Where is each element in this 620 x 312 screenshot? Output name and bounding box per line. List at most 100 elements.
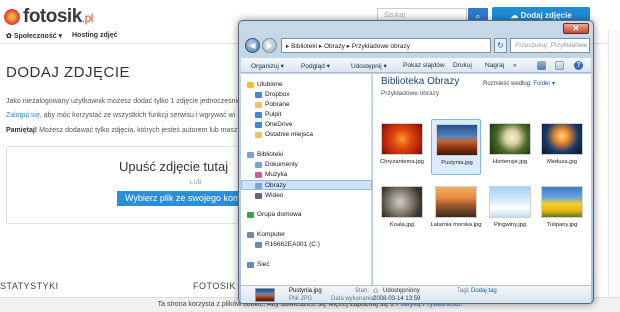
explorer-toolbar: Organizuj ▾ Podgląd ▾ Udostępnij ▾ Pokaz… <box>241 57 591 73</box>
logo-text: fotosik.pl <box>23 6 93 27</box>
view-options-icon[interactable] <box>537 61 546 70</box>
page-title: DODAJ ZDJĘCIE <box>6 64 131 81</box>
forward-button[interactable]: ▶ <box>262 38 277 53</box>
choose-file-button[interactable]: Wybierz plik ze swojego kompu <box>117 191 257 206</box>
star-icon <box>247 82 254 88</box>
upload-dropzone[interactable]: Upuść zdjęcie tutaj LUB Wybierz plik ze … <box>6 146 257 224</box>
arrange-by-dropdown[interactable]: Folder ▾ <box>533 81 555 87</box>
more-toolbar-button[interactable]: » <box>513 62 517 69</box>
burn-button[interactable]: Nagraj <box>485 62 504 69</box>
photo-thumbnail <box>381 123 423 155</box>
info-line-1: Jako niezalogowany użytkownik możesz dod… <box>6 98 242 105</box>
info-line-2: Zaloguj się, aby móc korzystać ze wszyst… <box>6 112 236 119</box>
upload-or-label: LUB <box>190 180 202 186</box>
music-icon <box>255 172 262 178</box>
file-item[interactable]: Tulipany.jpg <box>537 182 587 238</box>
file-item[interactable]: Koala.jpg <box>377 182 427 238</box>
tree-item-onedrive[interactable]: OneDrive <box>241 120 372 130</box>
login-link[interactable]: Zaloguj się <box>6 112 40 119</box>
help-icon[interactable]: ? <box>574 61 583 70</box>
flower-logo-icon <box>4 9 20 25</box>
library-title: Biblioteka Obrazy <box>381 76 460 87</box>
drive-icon <box>255 242 262 248</box>
back-button[interactable]: ◀ <box>245 38 260 53</box>
file-item[interactable]: Latarnia morska.jpg <box>431 182 481 238</box>
forward-arrow-icon: ▶ <box>266 41 273 50</box>
preview-menu[interactable]: Podgląd ▾ <box>301 62 330 70</box>
preview-pane-icon[interactable] <box>555 61 564 70</box>
stats-heading: STATYSTYKI <box>0 281 59 291</box>
pictures-icon <box>255 183 262 189</box>
upload-title: Upuść zdjęcie tutaj <box>119 159 229 174</box>
share-menu[interactable]: Udostępnij ▾ <box>351 62 387 70</box>
tree-item-libraries[interactable]: Biblioteki <box>241 150 372 160</box>
address-bar[interactable]: ▸ Biblioteki ▸ Obrazy ▸ Przykładowe obra… <box>281 38 491 53</box>
nav-hosting[interactable]: Hosting zdjęć <box>72 32 118 39</box>
onedrive-icon <box>255 122 262 128</box>
documents-icon <box>255 162 262 168</box>
address-row: ◀ ▶ ▸ Biblioteki ▸ Obrazy ▸ Przykładowe … <box>243 37 591 55</box>
file-item[interactable]: Hortensje.jpg <box>485 119 535 175</box>
scrollbar[interactable] <box>608 30 620 312</box>
desktop-icon <box>255 112 262 118</box>
tree-item-desktop[interactable]: Pulpit <box>241 110 372 120</box>
info-line-3: Pamiętaj! Możesz dodawać tylko zdjęcia, … <box>6 127 238 134</box>
shared-icon: ⚇ <box>373 289 379 295</box>
details-tags-key: Tagi: <box>457 288 470 294</box>
file-item[interactable]: Meduza.jpg <box>537 119 587 175</box>
details-state-value: Udostępniony <box>383 288 420 294</box>
file-name: Koala.jpg <box>389 222 415 228</box>
tree-item-homegroup[interactable]: Grupa domowa <box>241 210 372 220</box>
tree-item-video[interactable]: Wideo <box>241 191 372 201</box>
dialog-close-button[interactable]: ✕ <box>563 23 589 34</box>
photo-thumbnail <box>436 124 478 156</box>
video-icon <box>255 193 262 199</box>
file-item-selected[interactable]: Pustynia.jpg <box>431 119 481 175</box>
libraries-icon <box>247 152 254 158</box>
explorer-search-input[interactable]: Przeszukaj: Przykładowe o... <box>510 38 590 53</box>
arrange-by[interactable]: Rozmieść według: Folder ▾ <box>483 80 555 87</box>
tree-item-favorites[interactable]: Ulubione <box>241 80 372 90</box>
details-state-key: Stan: <box>355 288 370 294</box>
details-date-value: 2008-03-14 13:59 <box>373 296 421 302</box>
recent-places-icon <box>255 132 262 138</box>
print-button[interactable]: Drukuj <box>453 62 472 69</box>
file-name: Meduza.jpg <box>547 159 577 165</box>
file-name: Tulipany.jpg <box>546 222 578 228</box>
tree-item-network[interactable]: Sieć <box>241 260 372 270</box>
tree-item-dropbox[interactable]: Dropbox <box>241 90 372 100</box>
tree-item-documents[interactable]: Dokumenty <box>241 160 372 170</box>
photo-thumbnail <box>489 123 531 155</box>
library-subtitle: Przykładowe obrazy <box>381 90 440 97</box>
file-item[interactable]: Pingwiny.jpg <box>485 182 535 238</box>
details-file-name: Pustynia.jpg <box>289 288 322 294</box>
file-name: Chryzantema.jpg <box>380 159 424 165</box>
slideshow-button[interactable]: Pokaz slajdów <box>403 62 445 69</box>
homegroup-icon <box>247 212 254 218</box>
tree-item-recent-places[interactable]: Ostatnie miejsca <box>241 130 372 140</box>
photo-thumbnail <box>541 123 583 155</box>
site-logo[interactable]: fotosik.pl <box>4 6 93 28</box>
add-tag-link[interactable]: Dodaj tag <box>471 288 497 294</box>
details-pane: Pustynia.jpg Plik JPG Stan: ⚇ Udostępnio… <box>241 285 591 303</box>
organize-menu[interactable]: Organizuj ▾ <box>251 62 284 70</box>
tree-item-drive-c[interactable]: R16662EA001 (C:) <box>241 240 372 250</box>
details-date-key: Data wykonania: <box>331 296 376 302</box>
nav-community[interactable]: ✿ Społeczność ▾ <box>6 32 62 40</box>
file-item[interactable]: Chryzantema.jpg <box>377 119 427 175</box>
tree-item-pictures[interactable]: Obrazy <box>241 180 372 190</box>
file-list-pane: Biblioteka Obrazy Przykładowe obrazy Roz… <box>373 74 591 285</box>
navigation-pane: Ulubione Dropbox Pobrane Pulpit OneDrive… <box>241 74 372 285</box>
tree-item-music[interactable]: Muzyka <box>241 170 372 180</box>
fotosik-heading: FOTOSIK <box>193 281 236 291</box>
file-name: Latarnia morska.jpg <box>430 222 482 228</box>
tree-item-computer[interactable]: Komputer <box>241 230 372 240</box>
refresh-icon: ↻ <box>497 41 504 50</box>
back-arrow-icon: ◀ <box>249 41 256 50</box>
community-icon: ✿ <box>6 33 14 40</box>
downloads-folder-icon <box>255 102 262 108</box>
refresh-button[interactable]: ↻ <box>494 38 507 53</box>
photo-thumbnail <box>381 186 423 218</box>
network-icon <box>247 262 254 268</box>
tree-item-downloads[interactable]: Pobrane <box>241 100 372 110</box>
